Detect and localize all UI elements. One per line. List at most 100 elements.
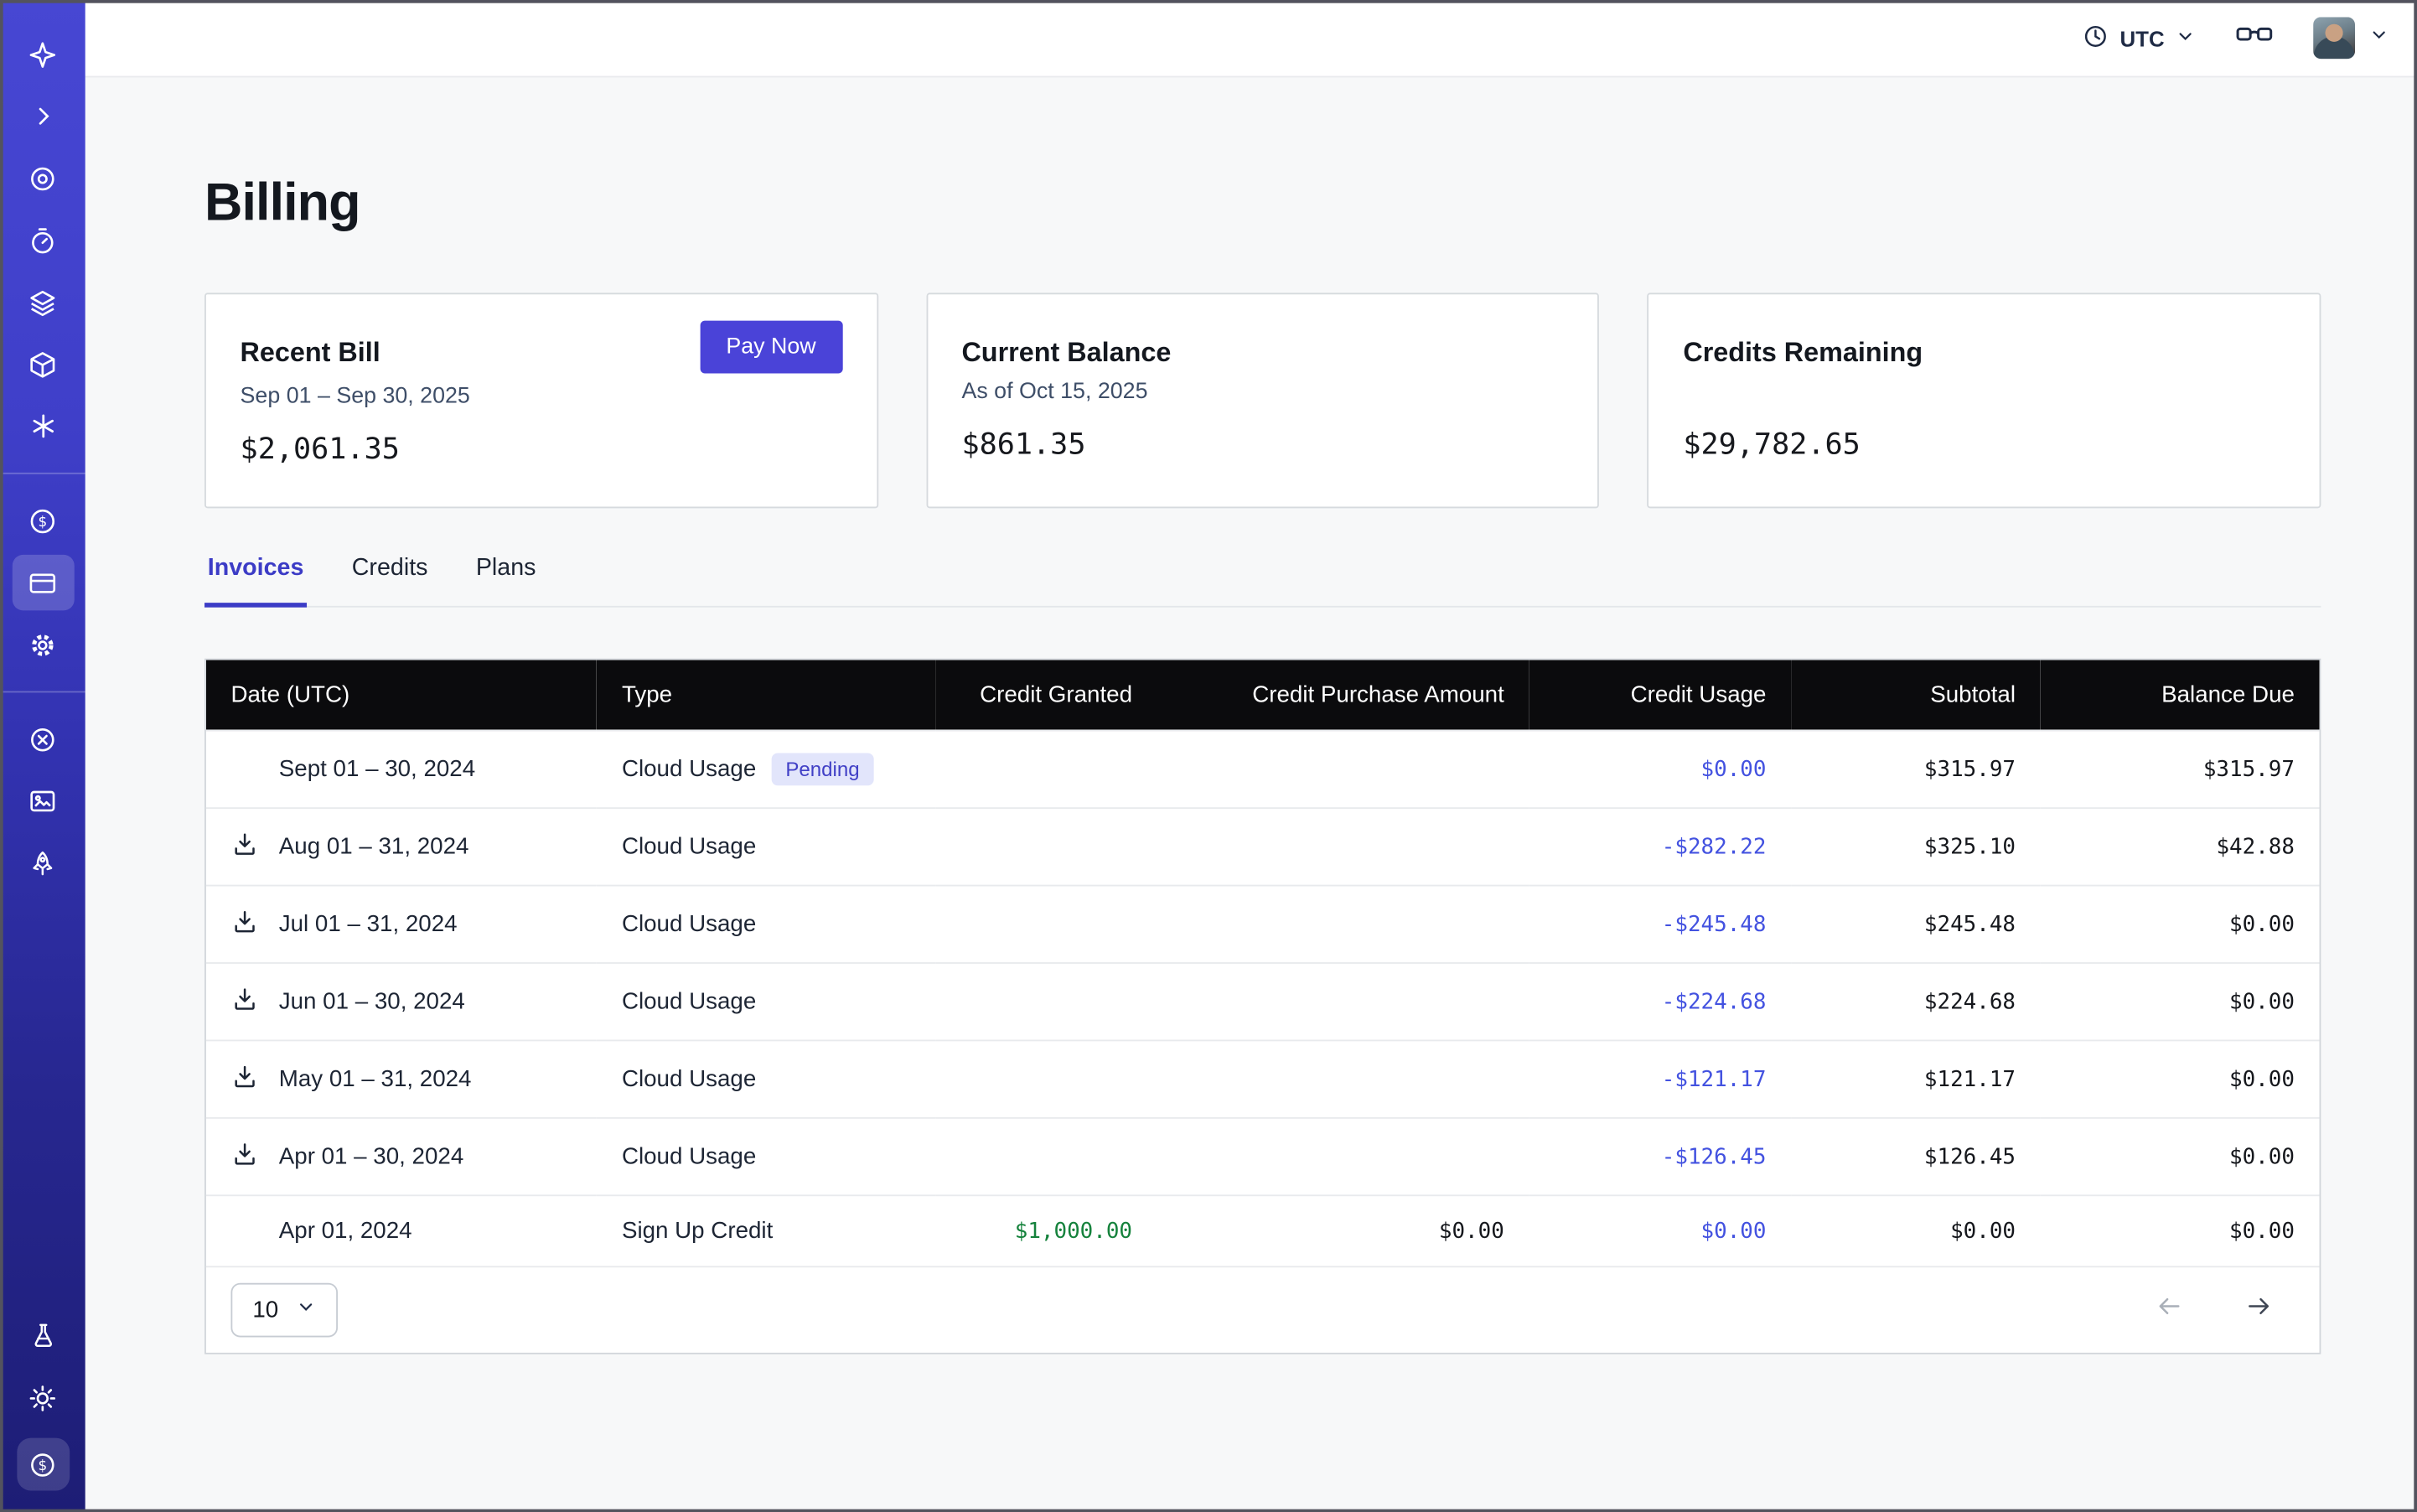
sidebar-logo[interactable] [12, 23, 74, 85]
credit-purchase [1157, 1118, 1529, 1195]
credit-usage: -$224.68 [1529, 963, 1791, 1040]
user-menu[interactable] [2313, 17, 2389, 59]
app-window: $ [0, 0, 2417, 1512]
card-subtitle: Sep 01 – Sep 30, 2025 [241, 384, 843, 412]
credit-granted [935, 963, 1157, 1040]
tab-invoices[interactable]: Invoices [204, 555, 307, 608]
sidebar-item-credits[interactable]: $ [16, 1438, 69, 1491]
sidebar-item-stopwatch[interactable] [12, 210, 74, 272]
sidebar-item-cube[interactable] [12, 333, 74, 395]
timezone-selector[interactable]: UTC [2083, 23, 2196, 54]
column-header-balance-due: Balance Due [2041, 660, 2320, 731]
download-invoice-button[interactable] [230, 831, 258, 863]
credit-purchase [1157, 731, 1529, 808]
cube-icon [28, 350, 57, 379]
sidebar-item-labs[interactable] [12, 1305, 74, 1367]
arrow-left-icon [2152, 1300, 2187, 1326]
tab-credits[interactable]: Credits [349, 555, 431, 606]
stopwatch-icon [28, 225, 57, 255]
coin-icon: $ [28, 1449, 57, 1478]
balance-due: $0.00 [2041, 1040, 2320, 1117]
balance-due: $0.00 [2041, 886, 2320, 963]
download-icon [230, 1141, 258, 1173]
sidebar-item-billing[interactable] [12, 555, 74, 611]
page-title: Billing [204, 173, 2321, 234]
subtotal: $126.45 [1791, 1118, 2041, 1195]
image-monitor-icon [28, 786, 57, 816]
download-invoice-button[interactable] [230, 986, 258, 1018]
download-icon [230, 831, 258, 863]
chevron-right-icon [30, 104, 55, 129]
credit-purchase [1157, 963, 1529, 1040]
current-balance-card: Current Balance As of Oct 15, 2025 $861.… [926, 293, 1600, 508]
table-row: Apr 01 – 30, 2024 Cloud Usage -$126.45 $… [206, 1118, 2320, 1195]
svg-text:$: $ [38, 512, 47, 529]
invoice-type: Cloud Usage [622, 1066, 756, 1092]
recent-bill-card: Recent Bill Pay Now Sep 01 – Sep 30, 202… [204, 293, 878, 508]
billing-tabs: Invoices Credits Plans [204, 555, 2321, 608]
balance-due: $42.88 [2041, 808, 2320, 885]
download-invoice-button[interactable] [230, 908, 258, 940]
page-size-select[interactable]: 10 [230, 1283, 337, 1338]
card-title: Current Balance [961, 321, 1171, 369]
main-content: Billing Recent Bill Pay Now Sep 01 – Sep… [85, 77, 2417, 1512]
svg-text:$: $ [38, 1456, 47, 1473]
credits-remaining-card: Credits Remaining $29,782.65 [1648, 293, 2321, 508]
subtotal: $224.68 [1791, 963, 2041, 1040]
sidebar-item-theme[interactable] [12, 1367, 74, 1429]
previous-page-button[interactable] [2152, 1292, 2187, 1328]
sidebar-item-asterisk[interactable] [12, 395, 74, 457]
card-amount: $861.35 [961, 427, 1564, 462]
credit-granted [935, 886, 1157, 963]
sun-icon [28, 1383, 57, 1412]
sidebar-item-layers[interactable] [12, 272, 74, 334]
invoice-date: Jul 01 – 31, 2024 [279, 911, 458, 937]
download-invoice-button[interactable] [230, 1063, 258, 1095]
glasses-icon [2236, 22, 2273, 54]
pagination [2152, 1292, 2295, 1328]
arrow-right-icon [2242, 1300, 2276, 1326]
sidebar-item-launch[interactable] [12, 832, 74, 894]
download-icon [230, 908, 258, 940]
sidebar-divider [0, 691, 85, 693]
sidebar-item-console[interactable] [12, 770, 74, 832]
column-header-credit-usage: Credit Usage [1529, 660, 1791, 731]
subtotal: $0.00 [1791, 1195, 2041, 1266]
credit-purchase [1157, 1040, 1529, 1117]
rocket-icon [28, 848, 57, 878]
credit-usage: -$245.48 [1529, 886, 1791, 963]
clock-icon [2083, 23, 2109, 54]
sidebar-item-settings[interactable] [12, 614, 74, 676]
invoice-date: Aug 01 – 31, 2024 [279, 834, 469, 860]
table-row: Aug 01 – 31, 2024 Cloud Usage -$282.22 $… [206, 808, 2320, 885]
reader-mode-button[interactable] [2236, 22, 2273, 54]
download-invoice-button[interactable] [230, 1141, 258, 1173]
tab-plans[interactable]: Plans [473, 555, 539, 606]
invoice-type: Cloud Usage [622, 1143, 756, 1169]
invoice-type: Sign Up Credit [622, 1218, 773, 1244]
credit-usage: -$282.22 [1529, 808, 1791, 885]
sidebar-collapse-button[interactable] [12, 85, 74, 148]
column-header-date: Date (UTC) [206, 660, 597, 731]
download-icon [230, 986, 258, 1018]
card-subtitle: As of Oct 15, 2025 [961, 380, 1564, 407]
credit-purchase: $0.00 [1157, 1195, 1529, 1266]
timezone-label: UTC [2119, 26, 2164, 51]
chevron-down-icon [296, 1297, 316, 1323]
table-row: Jul 01 – 31, 2024 Cloud Usage -$245.48 $… [206, 886, 2320, 963]
invoice-date: Jun 01 – 30, 2024 [279, 988, 465, 1014]
next-page-button[interactable] [2242, 1292, 2276, 1328]
invoice-type: Cloud Usage [622, 911, 756, 937]
sidebar-item-support[interactable] [12, 708, 74, 770]
user-avatar [2313, 17, 2355, 59]
sidebar-item-usage[interactable]: $ [12, 489, 74, 551]
subtotal: $315.97 [1791, 731, 2041, 808]
credit-usage: -$126.45 [1529, 1118, 1791, 1195]
pay-now-button[interactable]: Pay Now [700, 321, 842, 374]
invoices-table: Date (UTC) Type Credit Granted Credit Pu… [204, 659, 2321, 1354]
table-footer: 10 [206, 1266, 2320, 1353]
balance-due: $0.00 [2041, 1118, 2320, 1195]
column-header-type: Type [597, 660, 934, 731]
sidebar-item-target[interactable] [12, 148, 74, 210]
table-header: Date (UTC) Type Credit Granted Credit Pu… [206, 660, 2320, 731]
